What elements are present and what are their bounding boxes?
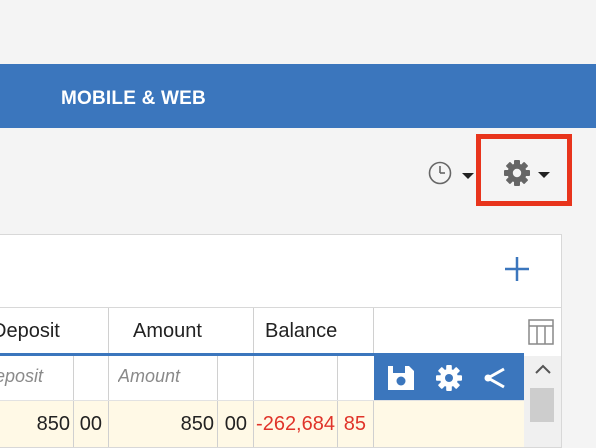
settings-highlight-box	[476, 134, 572, 206]
column-divider	[373, 308, 374, 354]
amount-value: 850	[180, 413, 214, 435]
share-button[interactable]	[480, 364, 510, 392]
deposit-value: 850	[36, 413, 70, 435]
grid-header: Deposit Amount Balance	[0, 307, 561, 354]
row-settings-button[interactable]	[434, 364, 464, 392]
column-divider	[373, 401, 374, 447]
transactions-panel: Deposit Amount Balance	[0, 234, 562, 448]
column-chooser-icon[interactable]	[528, 319, 554, 345]
column-divider	[108, 401, 109, 447]
column-header-balance[interactable]: Balance	[265, 320, 337, 343]
column-divider	[253, 356, 254, 400]
caret-down-icon	[462, 173, 474, 179]
gear-icon	[436, 365, 462, 391]
column-header-amount[interactable]: Amount	[133, 320, 202, 343]
column-divider	[217, 356, 218, 400]
amount-filter-input[interactable]	[112, 356, 216, 396]
column-divider	[253, 401, 254, 447]
add-button[interactable]	[503, 255, 531, 283]
table-row[interactable]: 850 00 850 00 -262,684 85	[0, 400, 524, 447]
nav-tab-mobile-web[interactable]: MOBILE & WEB	[61, 88, 206, 110]
row-actions-bar	[374, 356, 524, 400]
column-divider	[73, 356, 74, 400]
scroll-up-icon[interactable]	[532, 360, 554, 378]
share-icon	[484, 367, 505, 389]
deposit-cents: 00	[79, 413, 102, 435]
save-button[interactable]	[386, 364, 416, 392]
column-divider	[73, 401, 74, 447]
settings-dropdown-button[interactable]	[501, 159, 557, 187]
save-icon	[388, 366, 414, 390]
vertical-scrollbar[interactable]	[524, 356, 561, 447]
column-divider	[337, 401, 338, 447]
amount-cents: 00	[224, 413, 247, 435]
column-divider	[337, 356, 338, 400]
top-nav-bar: MOBILE & WEB	[0, 64, 596, 128]
column-divider	[217, 401, 218, 447]
balance-value: -262,684	[256, 413, 335, 435]
column-divider	[108, 356, 109, 400]
history-dropdown-button[interactable]	[428, 160, 480, 186]
plus-icon	[505, 257, 529, 281]
gear-icon	[504, 160, 550, 186]
scrollbar-thumb[interactable]	[530, 388, 554, 422]
column-header-deposit[interactable]: Deposit	[0, 320, 60, 343]
balance-cents: 85	[343, 413, 366, 435]
column-divider	[253, 308, 254, 354]
column-divider	[108, 308, 109, 354]
clock-icon	[428, 161, 474, 185]
deposit-filter-input[interactable]	[0, 356, 72, 396]
